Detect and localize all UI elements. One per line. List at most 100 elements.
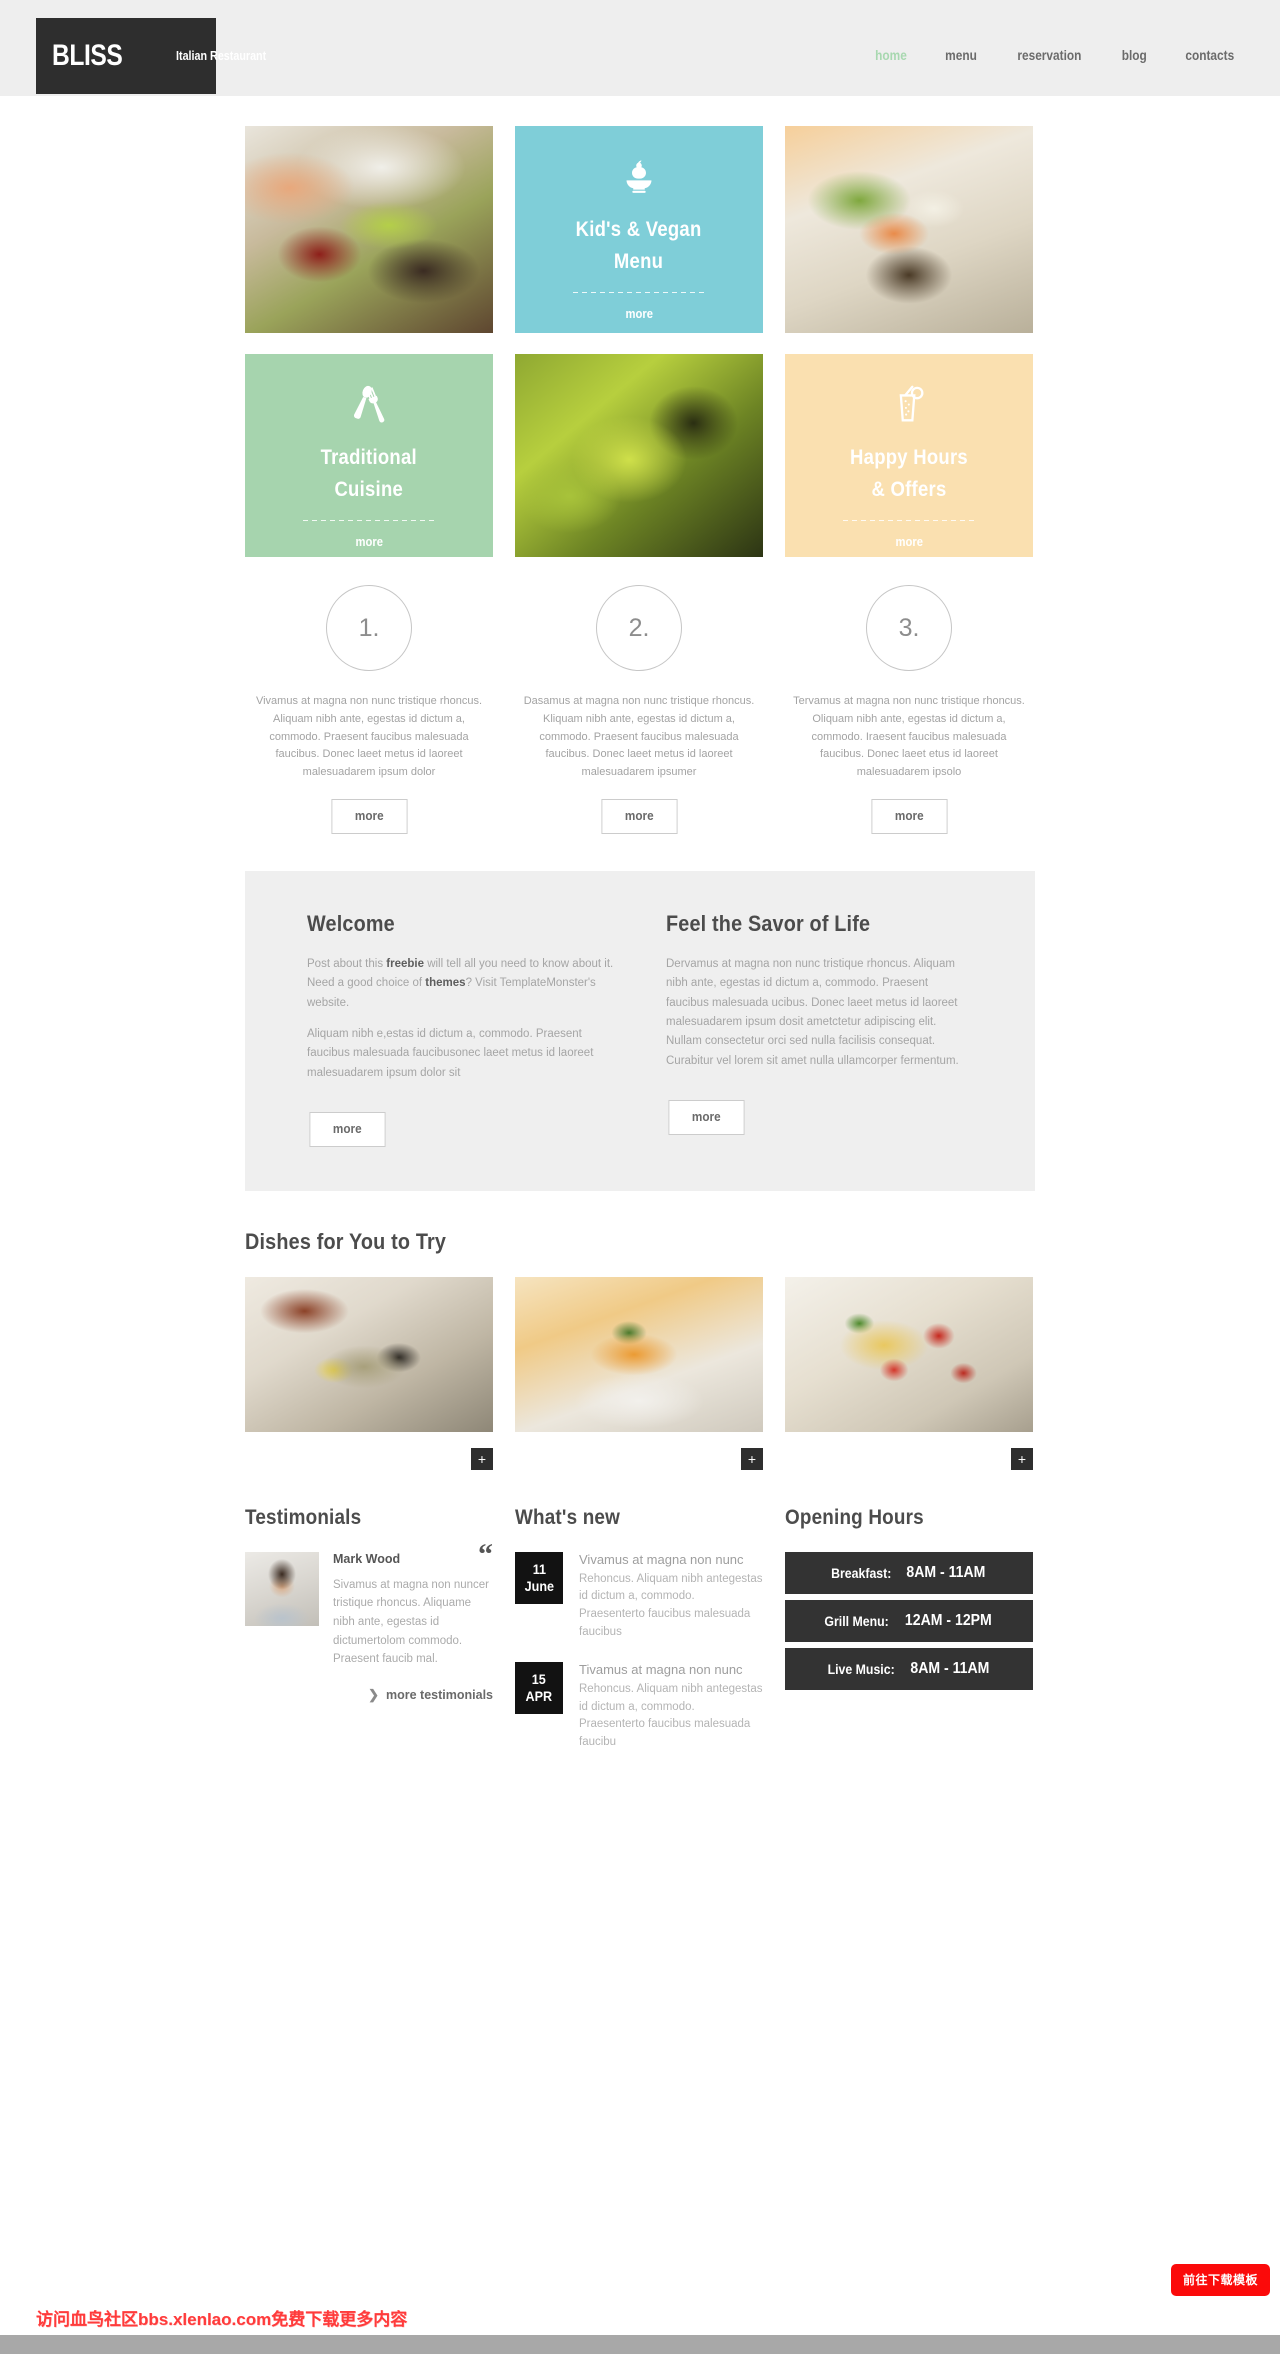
dish-card-2: +	[515, 1276, 763, 1474]
news-date-month: APR	[525, 1687, 553, 1704]
tile-title-kids-vegan: Kid's & Vegan Menu	[576, 214, 702, 277]
step-item-1: 1. Vivamus at magna non nunc tristique r…	[245, 585, 493, 834]
savor-column: Feel the Savor of Life Dervamus at magna…	[666, 911, 973, 1147]
dish-expand-button-2[interactable]: +	[741, 1447, 763, 1470]
opening-hours-column: Opening Hours Breakfast: 8AM - 11AM Gril…	[785, 1506, 1033, 1772]
news-title: Tivamus at magna non nunc	[579, 1661, 743, 1677]
opening-hours-time: 8AM - 11AM	[910, 1659, 990, 1677]
step-more-button-2[interactable]: more	[601, 799, 677, 834]
cocktail-glass-icon	[886, 382, 932, 428]
welcome-more-button[interactable]: more	[309, 1111, 386, 1147]
opening-hours-label: Grill Menu:	[824, 1612, 889, 1629]
nav-item-blog[interactable]: blog	[1122, 48, 1147, 63]
footer-strip	[0, 2335, 1280, 2354]
opening-hours-time: 12AM - 12PM	[905, 1611, 992, 1629]
news-body: Rehoncus. Aliquam nibh antegestas id dic…	[579, 1572, 763, 1639]
feature-tile-grid: Kid's & Vegan Menu more Traditional Cuis…	[245, 126, 1035, 557]
tile-more-link-happy-hours[interactable]: more	[895, 535, 923, 549]
dish-card-1: +	[245, 1276, 493, 1474]
dish-card-3: +	[785, 1276, 1033, 1474]
news-body: Rehoncus. Aliquam nibh antegestas id dic…	[579, 1682, 763, 1749]
dish-expand-button-1[interactable]: +	[471, 1447, 493, 1470]
tile-title-traditional: Traditional Cuisine	[321, 442, 417, 505]
step-number-badge: 2.	[596, 585, 682, 671]
welcome-bold-themes: themes	[425, 977, 466, 990]
tile-divider	[302, 520, 436, 521]
opening-hours-row-live-music: Live Music: 8AM - 11AM	[785, 1647, 1033, 1690]
testimonial-item: “ Mark Wood Sivamus at magna non nuncer …	[245, 1539, 493, 1669]
tile-traditional-cuisine[interactable]: Traditional Cuisine more	[245, 354, 493, 557]
tile-title-line2: Menu	[614, 249, 664, 273]
dish-action-bar: +	[515, 1432, 763, 1474]
news-item[interactable]: 11 June Vivamus at magna non nunc Rehonc…	[515, 1551, 763, 1642]
logo[interactable]: BLISS Italian Restaurant	[36, 18, 266, 94]
savor-paragraph: Dervamus at magna non nunc tristique rho…	[666, 957, 959, 1067]
dish-image-dessert[interactable]	[515, 1276, 763, 1432]
dish-image-seafood[interactable]	[245, 1276, 493, 1432]
download-template-button[interactable]: 前往下载模板	[1170, 2264, 1270, 2297]
testimonial-author: Mark Wood	[333, 1551, 401, 1566]
steps-section: 1. Vivamus at magna non nunc tristique r…	[245, 585, 1035, 834]
welcome-column: Welcome Post about this freebie will tel…	[307, 911, 614, 1147]
apple-on-plate-icon	[616, 154, 662, 200]
nav-item-home[interactable]: home	[875, 48, 907, 63]
news-text: Tivamus at magna non nunc Rehoncus. Aliq…	[579, 1662, 763, 1752]
dishes-gallery: + + +	[245, 1276, 1035, 1474]
tile-title-line2: Cuisine	[334, 477, 404, 501]
dishes-heading-wrap: Dishes for You to Try	[245, 1229, 1035, 1255]
step-item-3: 3. Tervamus at magna non nunc tristique …	[785, 585, 1033, 834]
news-text: Vivamus at magna non nunc Rehoncus. Aliq…	[579, 1552, 763, 1642]
whats-new-column: What's new 11 June Vivamus at magna non …	[515, 1506, 763, 1772]
spoon-fork-crossed-icon	[346, 382, 392, 428]
whats-new-title: What's new	[515, 1505, 621, 1529]
news-date-badge: 11 June	[515, 1551, 563, 1604]
step-number-badge: 3.	[866, 585, 952, 671]
news-title: Vivamus at magna non nunc	[579, 1551, 744, 1567]
dish-action-bar: +	[785, 1432, 1033, 1474]
tile-title-line1: Happy Hours	[850, 446, 968, 469]
tile-kids-vegan-menu[interactable]: Kid's & Vegan Menu more	[515, 126, 763, 333]
welcome-panel: Welcome Post about this freebie will tel…	[245, 870, 1035, 1191]
news-item[interactable]: 15 APR Tivamus at magna non nunc Rehoncu…	[515, 1661, 763, 1752]
welcome-paragraph-2: Aliquam nibh e,estas id dictum a, commod…	[307, 1027, 594, 1079]
testimonial-text: Sivamus at magna non nuncer tristique rh…	[333, 1578, 489, 1666]
more-testimonials-link[interactable]: ❯ more testimonials	[245, 1687, 493, 1703]
tile-title-line2: & Offers	[871, 477, 947, 501]
step-item-2: 2. Dasamus at magna non nunc tristique r…	[515, 585, 763, 834]
tile-title-line1: Kid's & Vegan	[576, 218, 702, 241]
step-more-button-3[interactable]: more	[871, 799, 947, 834]
opening-hours-row-grill-menu: Grill Menu: 12AM - 12PM	[785, 1599, 1033, 1642]
opening-hours-row-breakfast: Breakfast: 8AM - 11AM	[785, 1551, 1033, 1594]
tile-happy-hours-offers[interactable]: Happy Hours & Offers more	[785, 354, 1033, 557]
news-date-badge: 15 APR	[515, 1661, 563, 1714]
welcome-bold-freebie: freebie	[386, 957, 424, 970]
tile-photo-salmon	[245, 126, 493, 333]
welcome-paragraph-1: Post about this freebie will tell all yo…	[307, 955, 614, 1013]
tile-divider	[842, 520, 976, 521]
tile-divider	[572, 292, 706, 293]
tile-more-link-traditional[interactable]: more	[355, 535, 383, 549]
opening-hours-label: Live Music:	[827, 1660, 895, 1677]
step-description: Tervamus at magna non nunc tristique rho…	[793, 695, 1025, 779]
opening-hours-title: Opening Hours	[785, 1505, 924, 1529]
tile-title-happy-hours: Happy Hours & Offers	[850, 442, 968, 505]
tile-more-link-kids-vegan[interactable]: more	[625, 307, 653, 321]
nav-item-reservation[interactable]: reservation	[1018, 48, 1082, 63]
step-description: Vivamus at magna non nunc tristique rhon…	[255, 695, 483, 779]
tile-photo-greens	[515, 354, 763, 557]
main-navigation: home menu reservation blog contacts	[873, 48, 1238, 63]
bottom-columns: Testimonials “ Mark Wood Sivamus at magn…	[245, 1506, 1035, 1772]
chevron-right-icon: ❯	[368, 1686, 380, 1702]
nav-item-menu[interactable]: menu	[945, 48, 977, 63]
welcome-text-pre: Post about this	[307, 957, 387, 970]
savor-more-button[interactable]: more	[668, 1099, 745, 1135]
quote-icon: “	[478, 1537, 493, 1571]
news-date-month: June	[524, 1577, 554, 1594]
step-more-button-1[interactable]: more	[331, 799, 407, 834]
dish-image-pasta[interactable]	[785, 1276, 1033, 1432]
tile-title-line1: Traditional	[320, 446, 418, 469]
opening-hours-time: 8AM - 11AM	[906, 1563, 986, 1581]
opening-hours-label: Breakfast:	[830, 1564, 892, 1581]
dish-expand-button-3[interactable]: +	[1011, 1447, 1033, 1470]
nav-item-contacts[interactable]: contacts	[1186, 48, 1235, 63]
